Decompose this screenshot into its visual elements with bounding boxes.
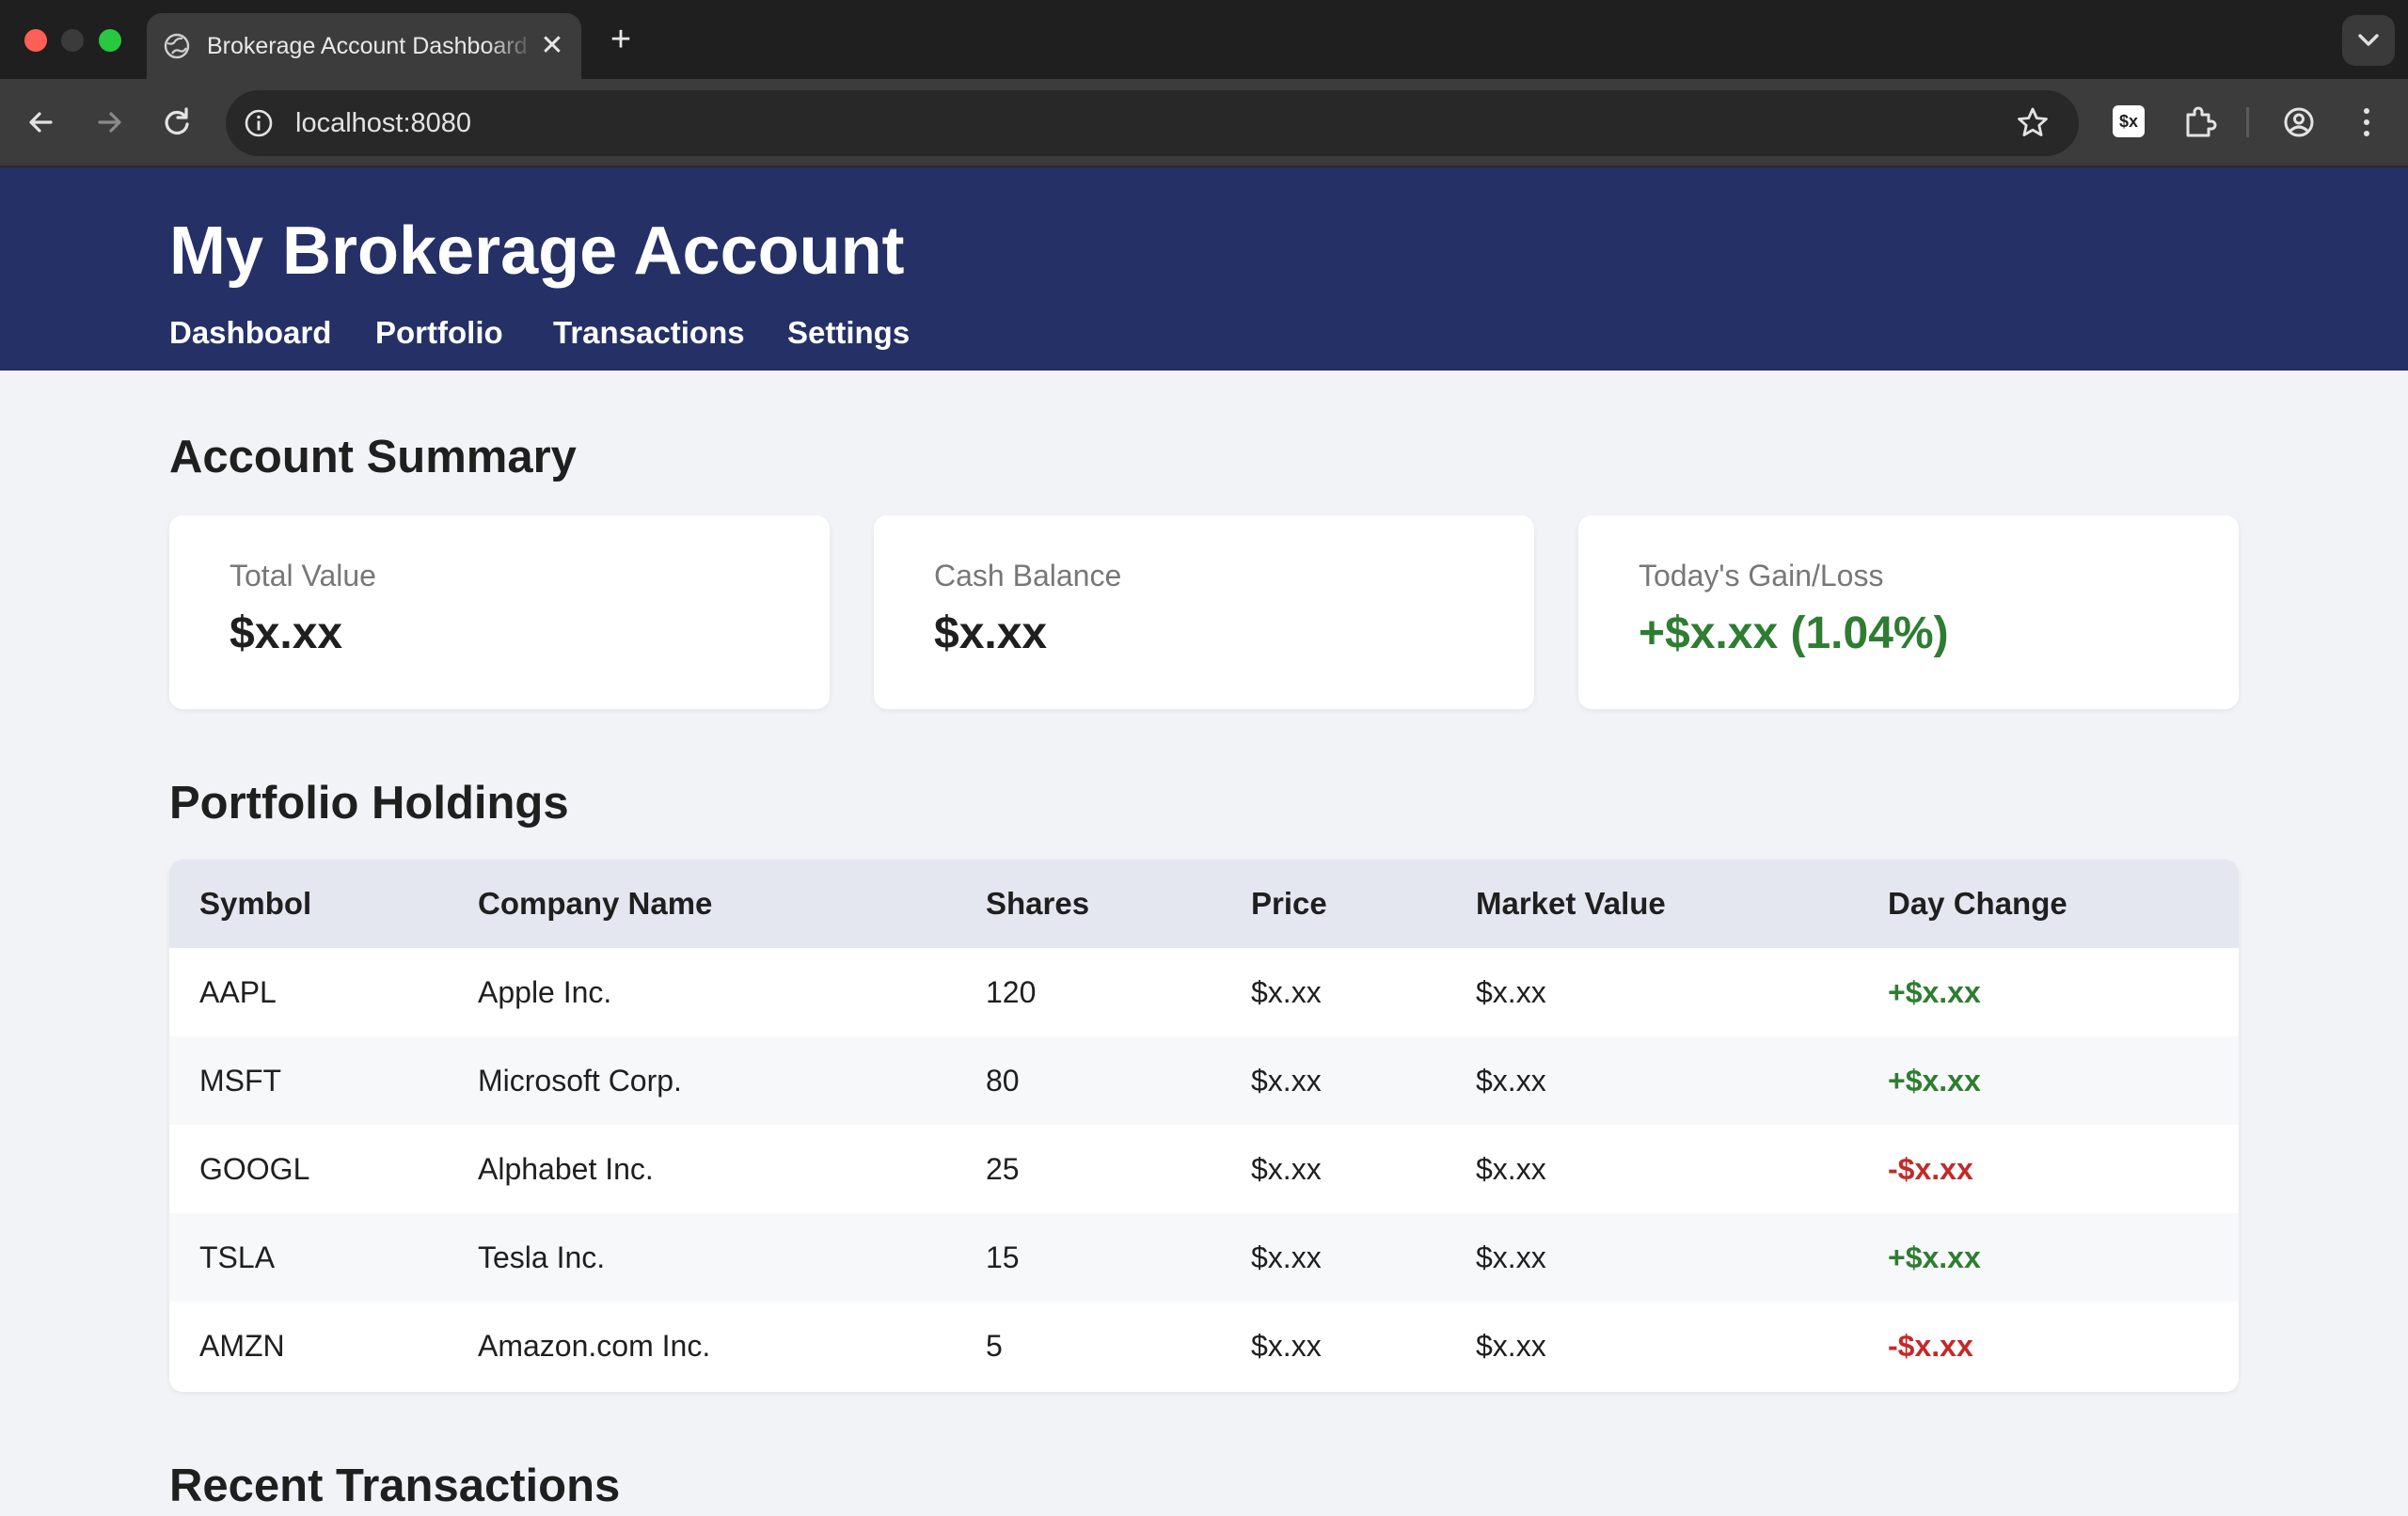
bookmark-star-icon[interactable] <box>2013 103 2052 143</box>
cell-day-change: -$x.xx <box>1888 1152 1973 1186</box>
cell-price: $x.xx <box>1251 1329 1322 1363</box>
summary-card-total-value: Total Value $x.xx <box>169 515 830 709</box>
cell-day-change: -$x.xx <box>1888 1329 1973 1363</box>
toolbar-separator <box>2246 107 2249 137</box>
cell-market-value: $x.xx <box>1476 1064 1546 1098</box>
card-label: Total Value <box>230 559 376 592</box>
table-row[interactable]: TSLA Tesla Inc. 15 $x.xx $x.xx +$x.xx <box>169 1213 2239 1302</box>
portfolio-holdings-heading: Portfolio Holdings <box>169 778 569 829</box>
cell-company-name: Apple Inc. <box>478 975 612 1009</box>
new-tab-button[interactable]: + <box>606 21 636 58</box>
card-value: $x.xx <box>230 608 343 658</box>
column-header-symbol[interactable]: Symbol <box>199 860 311 948</box>
table-row[interactable]: AAPL Apple Inc. 120 $x.xx $x.xx +$x.xx <box>169 948 2239 1036</box>
cell-market-value: $x.xx <box>1476 1240 1546 1274</box>
back-arrow-icon[interactable] <box>21 102 62 143</box>
cell-company-name: Tesla Inc. <box>478 1240 606 1274</box>
cell-shares: 15 <box>986 1240 1020 1274</box>
globe-icon <box>164 33 190 59</box>
cell-shares: 80 <box>986 1064 1020 1098</box>
close-window-button[interactable] <box>24 29 47 52</box>
column-header-price[interactable]: Price <box>1251 860 1327 948</box>
account-summary-heading: Account Summary <box>169 432 577 482</box>
browser-tab-active[interactable]: Brokerage Account Dashboard ✕ <box>147 13 581 79</box>
recent-transactions-heading: Recent Transactions <box>169 1461 621 1511</box>
summary-card-todays-gain-loss: Today's Gain/Loss +$x.xx (1.04%) <box>1578 515 2239 709</box>
column-header-day-change[interactable]: Day Change <box>1888 860 2067 948</box>
nav-link-settings[interactable]: Settings <box>787 308 910 357</box>
chevron-down-icon <box>2358 34 2379 46</box>
page-title: My Brokerage Account <box>169 213 905 289</box>
table-row[interactable]: MSFT Microsoft Corp. 80 $x.xx $x.xx +$x.… <box>169 1036 2239 1125</box>
table-header-row: Symbol Company Name Shares Price Market … <box>169 860 2239 948</box>
nav-link-dashboard[interactable]: Dashboard <box>169 308 331 357</box>
browser-toolbar: localhost:8080 <box>0 79 2408 167</box>
summary-card-cash-balance: Cash Balance $x.xx <box>874 515 1534 709</box>
nav-link-portfolio[interactable]: Portfolio <box>375 308 503 357</box>
tab-search-button[interactable] <box>2342 15 2395 66</box>
cell-day-change: +$x.xx <box>1888 1064 1981 1098</box>
cell-price: $x.xx <box>1251 975 1322 1009</box>
url-text[interactable]: localhost:8080 <box>295 104 471 142</box>
extensions-puzzle-icon[interactable] <box>2178 102 2220 143</box>
more-menu-icon[interactable] <box>2346 102 2387 143</box>
extension-icon[interactable]: $x <box>2113 105 2145 137</box>
maximize-window-button[interactable] <box>99 29 121 52</box>
table-row[interactable]: AMZN Amazon.com Inc. 5 $x.xx $x.xx -$x.x… <box>169 1302 2239 1390</box>
minimize-window-button[interactable] <box>61 29 84 52</box>
tab-title: Brokerage Account Dashboard <box>207 33 528 59</box>
cell-market-value: $x.xx <box>1476 1329 1546 1363</box>
cell-price: $x.xx <box>1251 1240 1322 1274</box>
table-row[interactable]: GOOGL Alphabet Inc. 25 $x.xx $x.xx -$x.x… <box>169 1125 2239 1213</box>
holdings-table: Symbol Company Name Shares Price Market … <box>169 860 2239 1392</box>
card-label: Cash Balance <box>934 559 1122 592</box>
column-header-market-value[interactable]: Market Value <box>1476 860 1666 948</box>
cell-market-value: $x.xx <box>1476 1152 1546 1186</box>
cell-price: $x.xx <box>1251 1152 1322 1186</box>
cell-day-change: +$x.xx <box>1888 975 1981 1009</box>
reload-icon[interactable] <box>156 102 198 143</box>
address-bar[interactable]: localhost:8080 <box>226 90 2079 156</box>
forward-arrow-icon[interactable] <box>88 102 130 143</box>
cell-shares: 25 <box>986 1152 1020 1186</box>
cell-company-name: Microsoft Corp. <box>478 1064 682 1098</box>
cell-company-name: Alphabet Inc. <box>478 1152 654 1186</box>
site-header: My Brokerage Account Dashboard Portfolio… <box>0 167 2408 371</box>
cell-shares: 5 <box>986 1329 1003 1363</box>
cell-company-name: Amazon.com Inc. <box>478 1329 711 1363</box>
cell-symbol: MSFT <box>199 1064 282 1098</box>
column-header-shares[interactable]: Shares <box>986 860 1089 948</box>
column-header-company-name[interactable]: Company Name <box>478 860 712 948</box>
cell-symbol: AMZN <box>199 1329 285 1363</box>
tab-close-icon[interactable]: ✕ <box>538 32 566 60</box>
card-value: +$x.xx (1.04%) <box>1639 608 1949 658</box>
profile-icon[interactable] <box>2278 102 2320 143</box>
cell-day-change: +$x.xx <box>1888 1240 1981 1274</box>
cell-symbol: TSLA <box>199 1240 276 1274</box>
nav-link-transactions[interactable]: Transactions <box>553 308 745 357</box>
cell-symbol: AAPL <box>199 975 277 1009</box>
browser-tab-strip: Brokerage Account Dashboard ✕ + <box>0 0 2408 79</box>
cell-price: $x.xx <box>1251 1064 1322 1098</box>
site-info-icon[interactable] <box>241 105 277 141</box>
cell-market-value: $x.xx <box>1476 975 1546 1009</box>
card-value: $x.xx <box>934 608 1048 658</box>
card-label: Today's Gain/Loss <box>1639 559 1884 592</box>
cell-symbol: GOOGL <box>199 1152 310 1186</box>
cell-shares: 120 <box>986 975 1037 1009</box>
